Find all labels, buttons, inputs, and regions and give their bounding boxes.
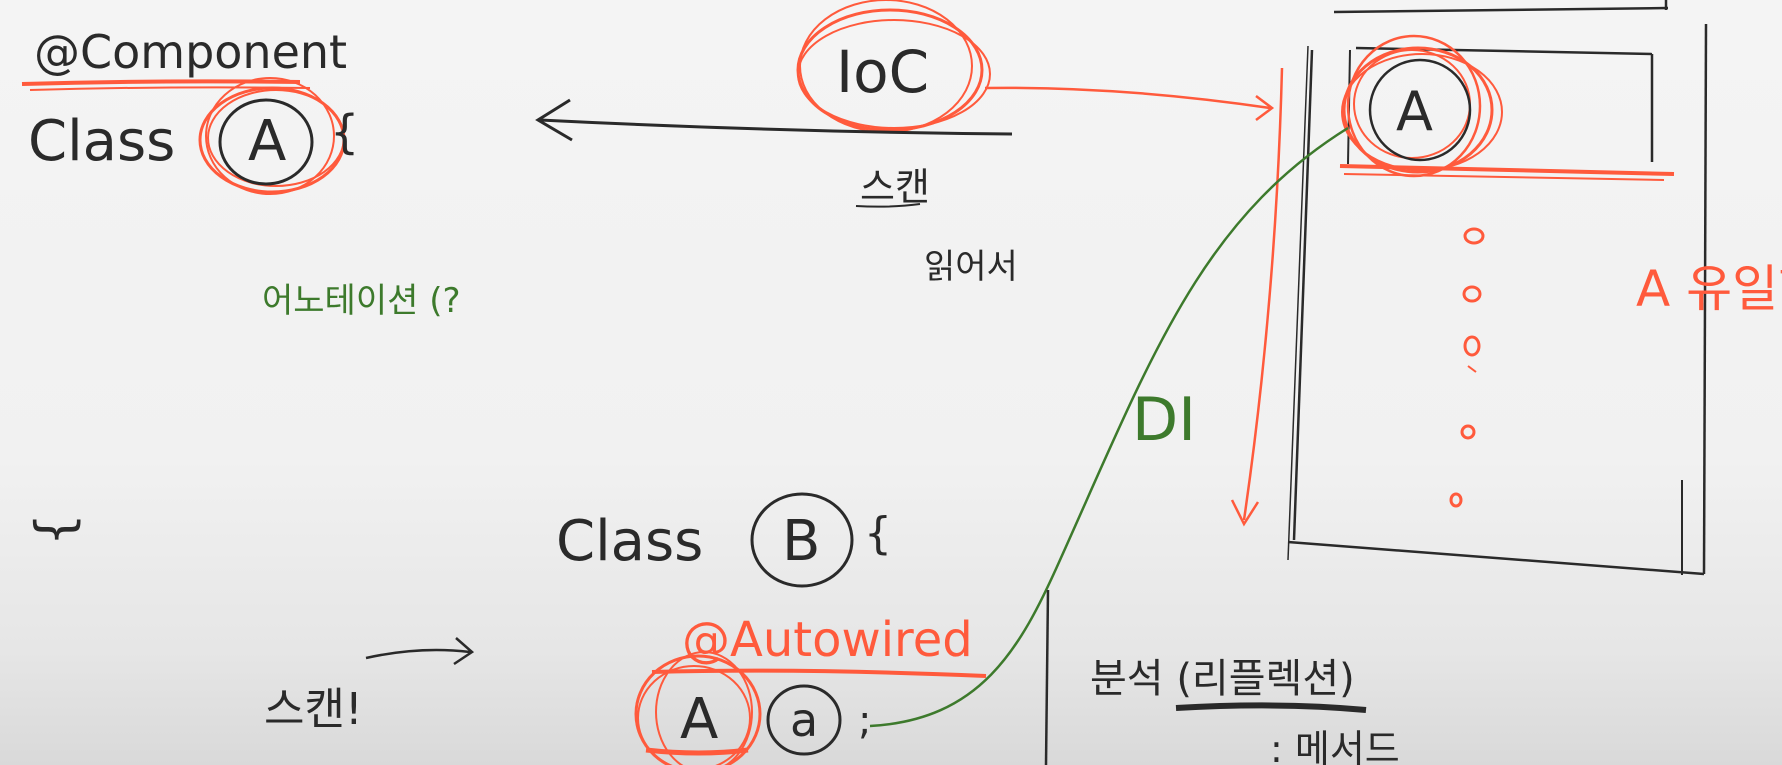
class-a-brace: { (330, 105, 359, 159)
component-underline (21, 79, 301, 86)
bottom-divider (1044, 589, 1050, 765)
class-b-keyword: Class (556, 509, 703, 574)
bottom-scan-arrow (365, 648, 471, 660)
reflection-sub: : 메서드 (1270, 727, 1400, 765)
read-label: 읽어서 (924, 247, 1018, 287)
field-a-name: a (790, 693, 818, 747)
unique-note: A 유일한 (1636, 260, 1782, 318)
container-down-arrow (1242, 67, 1284, 521)
container-top-slot (1339, 46, 1675, 181)
container-a-bean: A (1396, 80, 1433, 143)
scan-label: 스캔 (860, 165, 930, 209)
whiteboard-canvas: @Component Class A { 어노테이션 (? } IoC 스캔 읽… (21, 0, 1782, 765)
container-bean-dots (1449, 227, 1485, 508)
annotation-note: 어노테이션 (? (262, 281, 461, 321)
class-b-brace: { (864, 508, 892, 559)
reflection-title: 분석 (리플렉션) (1090, 656, 1355, 702)
reflection-underline (1175, 702, 1367, 713)
bottom-scan-label: 스캔! (264, 684, 363, 735)
autowired-underline (651, 668, 987, 678)
class-a-keyword: Class (28, 109, 175, 174)
field-a-type: A (680, 687, 718, 752)
class-b-name: B (782, 509, 820, 574)
field-semicolon: ; (858, 698, 871, 744)
ioc-label: IoC (836, 38, 929, 106)
class-a-close-brace: } (28, 513, 88, 546)
component-annotation: @Component (34, 25, 347, 79)
autowired-annotation: @Autowired (682, 612, 973, 668)
di-label: DI (1132, 385, 1196, 455)
class-a-name: A (248, 109, 286, 174)
ioc-to-container-arrow (984, 86, 1271, 110)
